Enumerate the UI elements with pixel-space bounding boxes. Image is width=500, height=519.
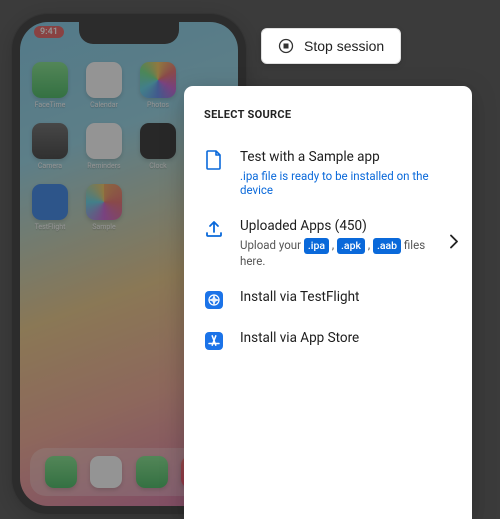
file-chip-aab: .aab [373,238,401,254]
stop-session-label: Stop session [304,38,384,54]
option-sample-app[interactable]: Test with a Sample app .ipa file is read… [184,139,472,208]
app-stage: 9:41 FaceTime Calendar Photos Camera Rem… [0,0,500,519]
uploaded-count: 450 [339,218,362,234]
option-title: Uploaded Apps (450) [240,218,452,236]
appstore-icon [204,331,224,351]
chevron-right-icon [450,233,458,254]
option-title: Test with a Sample app [240,149,452,167]
option-testflight[interactable]: Install via TestFlight [184,279,472,320]
upload-icon [204,219,224,239]
option-title: Install via App Store [240,330,452,348]
file-icon [204,150,224,170]
stop-icon [278,38,294,54]
option-appstore[interactable]: Install via App Store [184,320,472,361]
testflight-icon [204,290,224,310]
option-title: Install via TestFlight [240,289,452,307]
panel-title: SELECT SOURCE [184,108,472,139]
stop-session-button[interactable]: Stop session [261,28,401,64]
option-uploaded-apps[interactable]: Uploaded Apps (450) Upload your .ipa , .… [184,208,472,278]
file-chip-ipa: .ipa [304,238,329,254]
select-source-panel: SELECT SOURCE Test with a Sample app .ip… [184,86,472,519]
file-chip-apk: .apk [337,238,365,254]
option-subtitle: .ipa file is ready to be installed on th… [240,169,452,199]
option-subtitle: Upload your .ipa , .apk , .aab files her… [240,238,452,269]
